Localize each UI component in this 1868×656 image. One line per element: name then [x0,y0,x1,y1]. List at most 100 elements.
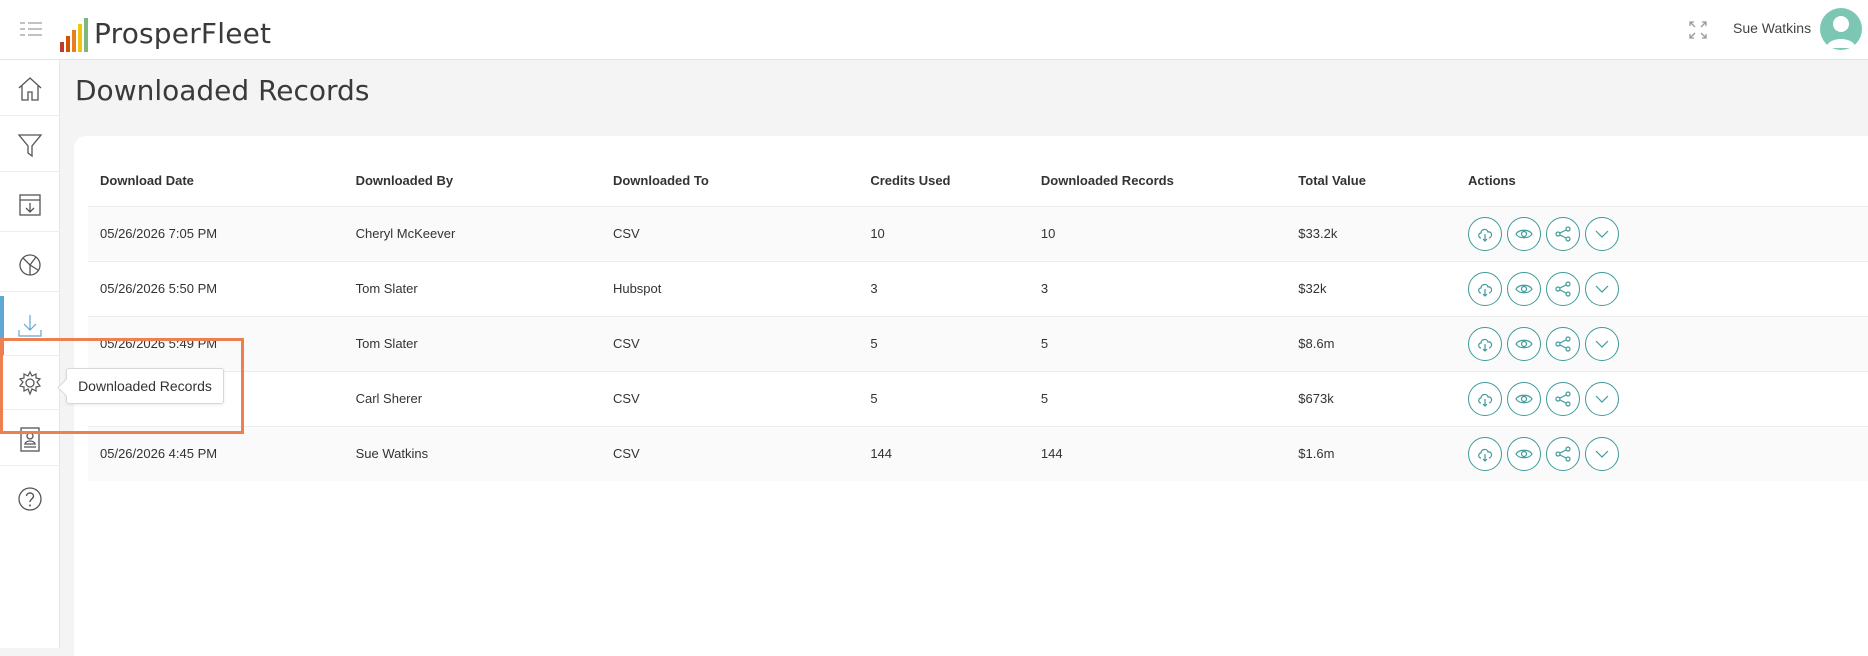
download-button[interactable] [1468,381,1503,416]
cell-downloaded-by: Carl Sherer [343,370,601,426]
sidebar-item-home[interactable] [0,62,60,116]
sidebar-item-filter[interactable] [0,118,60,172]
cell-credits-used: 10 [858,205,1029,261]
share-button[interactable] [1546,381,1581,416]
chevron-down-icon [1595,285,1609,293]
cell-downloaded-records: 3 [1028,260,1287,316]
eye-icon [1515,394,1533,403]
share-icon [1555,280,1571,297]
records-table: Download Date Downloaded By Downloaded T… [88,156,1868,481]
user-name[interactable]: Sue Watkins [1733,20,1811,36]
header-download-date[interactable]: Download Date [88,156,344,206]
cell-actions [1456,370,1868,426]
cell-total-value: $673k [1286,370,1457,426]
cloud-download-icon [1478,393,1493,407]
chevron-down-icon [1595,230,1609,238]
download-box-icon [19,193,41,216]
expand-button[interactable] [1585,381,1620,416]
eye-icon [1515,229,1533,238]
download-button[interactable] [1468,436,1503,471]
cloud-download-icon [1478,448,1493,462]
view-button[interactable] [1507,381,1542,416]
cloud-download-icon [1478,228,1493,242]
cell-actions [1456,205,1868,261]
cell-actions [1456,315,1868,371]
share-icon [1555,335,1571,352]
view-button[interactable] [1507,271,1542,306]
page-title: Downloaded Records [75,74,370,107]
view-button[interactable] [1507,326,1542,361]
share-icon [1555,225,1571,242]
header-credits-used[interactable]: Credits Used [858,156,1029,206]
cell-downloaded-by: Sue Watkins [343,425,601,481]
row-actions [1468,326,1868,361]
eye-icon [1515,449,1533,459]
cell-downloaded-to: CSV [600,315,859,371]
header-downloaded-records[interactable]: Downloaded Records [1029,156,1286,206]
share-button[interactable] [1546,271,1581,306]
cell-download-date: 05/26/2026 4:45 PM [88,425,344,481]
eye-icon [1515,284,1533,293]
chevron-down-icon [1595,340,1609,348]
share-button[interactable] [1546,216,1581,251]
fullscreen-icon[interactable] [1688,20,1708,40]
cloud-download-icon [1478,283,1493,297]
table-row[interactable]: 05/26/2026 4:45 PM Sue Watkins CSV 144 144 $1… [88,425,1868,481]
cell-total-value: $33.2k [1286,205,1457,261]
chevron-down-icon [1595,395,1609,403]
share-icon [1555,390,1571,407]
cell-downloaded-records: 5 [1028,315,1287,371]
cell-credits-used: 5 [858,315,1029,371]
user-avatar-icon [1826,16,1856,48]
view-button[interactable] [1507,436,1542,471]
share-icon [1555,446,1571,462]
cell-downloaded-records: 10 [1028,205,1287,261]
header-downloaded-by[interactable]: Downloaded By [344,156,601,206]
row-actions [1468,271,1868,306]
expand-button[interactable] [1585,216,1620,251]
cell-download-date: 05/26/2026 7:05 PM [88,205,344,261]
cell-total-value: $1.6m [1286,425,1457,481]
download-button[interactable] [1468,326,1503,361]
table-row[interactable]: 05/26/2026 5:50 PM Tom Slater Hubspot 3 3 $32… [88,260,1868,316]
row-actions [1468,216,1868,251]
cell-actions [1456,260,1868,316]
cell-downloaded-by: Tom Slater [343,315,601,371]
cell-total-value: $8.6m [1286,315,1457,371]
eye-icon [1515,339,1533,348]
download-icon [18,314,42,337]
home-icon [18,76,42,101]
table-header-row: Download Date Downloaded By Downloaded T… [88,156,1868,206]
expand-button[interactable] [1585,436,1620,471]
table-row[interactable]: 05/26/2026 5:49 PM Tom Slater CSV 5 5 $8.6m [88,315,1868,371]
logo[interactable]: ProsperFleet [60,12,271,52]
view-button[interactable] [1507,216,1542,251]
header-downloaded-to[interactable]: Downloaded To [601,156,858,206]
table-row[interactable]: 05/26/2026 5:05 PMCarl ShererCSV55$673k [88,370,1868,426]
cell-actions [1456,425,1868,481]
expand-button[interactable] [1585,326,1620,361]
sidebar-item-help[interactable] [0,472,60,526]
cell-credits-used: 3 [858,260,1029,316]
top-bar: ProsperFleet Sue Watkins [0,0,1868,60]
share-button[interactable] [1546,326,1581,361]
avatar[interactable] [1820,8,1862,50]
sidebar-item-saved-lists[interactable] [0,178,60,232]
header-actions: Actions [1468,173,1516,189]
cell-downloaded-by: Cheryl McKeever [343,205,601,261]
expand-button[interactable] [1585,271,1620,306]
filter-icon [17,133,43,157]
header-total-value[interactable]: Total Value [1286,156,1456,206]
cell-credits-used: 5 [858,370,1029,426]
menu-toggle-icon[interactable] [20,20,44,38]
sidebar-item-segments[interactable] [0,238,60,292]
cloud-download-icon [1478,338,1493,352]
share-button[interactable] [1546,436,1581,471]
row-actions [1468,436,1868,471]
table-row[interactable]: 05/26/2026 7:05 PM Cheryl McKeever CSV 10 10… [88,205,1868,261]
download-button[interactable] [1468,216,1503,251]
logo-mark-icon [60,16,88,52]
download-button[interactable] [1468,271,1503,306]
cell-downloaded-to: CSV [600,205,859,261]
cell-downloaded-to: Hubspot [600,260,859,316]
